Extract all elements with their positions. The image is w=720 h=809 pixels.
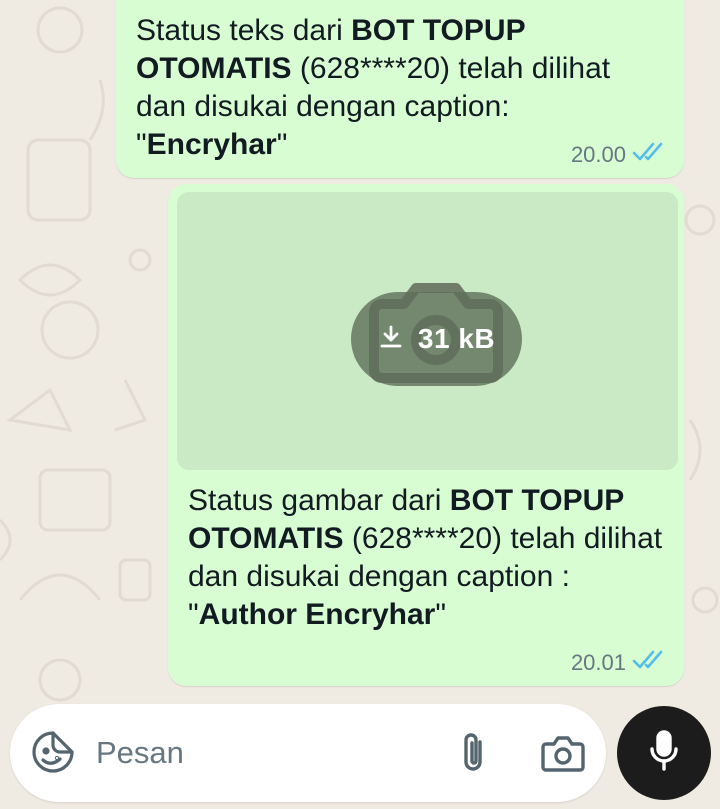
camera-icon[interactable] [540,734,586,774]
message-meta: 20.00 [571,142,666,168]
message-time: 20.00 [570,142,626,167]
paperclip-icon[interactable] [456,730,492,776]
outgoing-image-message-bubble[interactable]: 31 kB Status gambar dari BOT TOPUP OTOMA… [168,184,684,686]
double-check-read-icon [632,650,666,676]
message-input[interactable] [96,726,436,780]
message-time: 20.01 [570,650,626,675]
image-preview[interactable]: 31 kB [177,192,678,470]
double-check-read-icon [632,142,666,168]
message-meta: 20.01 [571,650,666,676]
microphone-icon [646,729,682,778]
microphone-button[interactable] [617,706,711,800]
download-media-button[interactable]: 31 kB [351,292,522,386]
media-size: 31 kB [417,323,496,354]
download-icon [378,324,404,355]
emoji-sticker-icon[interactable] [30,729,76,775]
outgoing-message-bubble[interactable]: Status teks dari BOT TOPUP OTOMATIS (628… [116,0,684,178]
message-caption: Status gambar dari BOT TOPUP OTOMATIS (6… [188,484,663,631]
message-composer [10,704,606,802]
